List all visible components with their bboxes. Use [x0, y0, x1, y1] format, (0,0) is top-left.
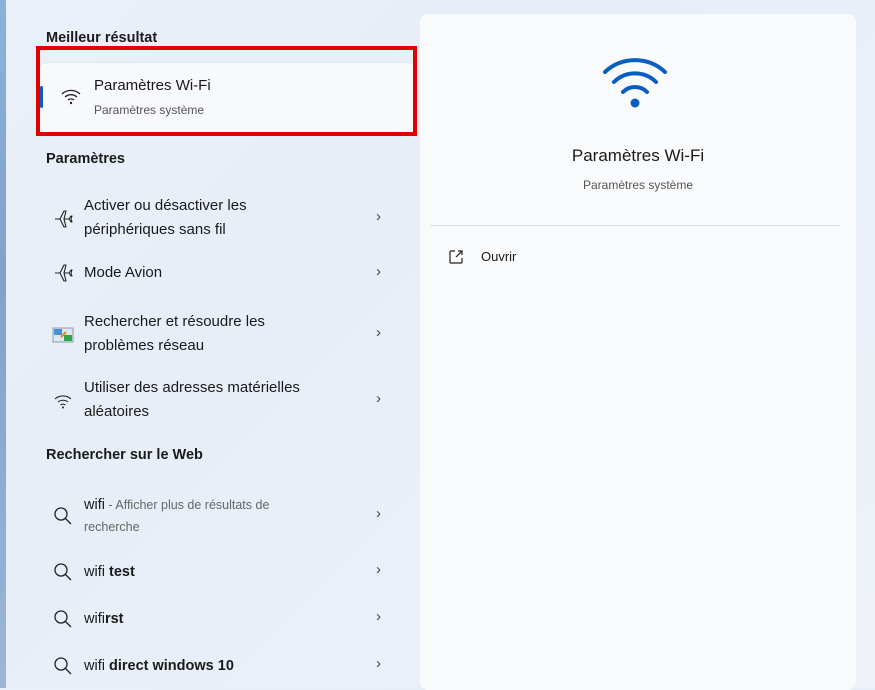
web-result-wifi[interactable]: wifi - Afficher plus de résultats de rec… [40, 493, 414, 541]
settings-item-label-line2: problèmes réseau [84, 337, 205, 354]
divider [430, 225, 840, 226]
chevron-right-icon: › [376, 608, 381, 625]
settings-item-label-line2: périphériques sans fil [84, 221, 226, 238]
web-result-prefix: wifi [84, 611, 105, 627]
wifi-icon [61, 89, 81, 105]
web-result-bold: rst [104, 611, 124, 627]
web-result-text: wifi test [84, 560, 135, 584]
chevron-right-icon: › [376, 208, 381, 225]
web-result-text: wifirst [84, 607, 124, 631]
web-result-hint: - Afficher plus de résultats de [104, 498, 270, 512]
settings-item-random-hardware-addresses[interactable]: Utiliser des adresses matérielles aléato… [40, 376, 414, 428]
airplane-icon [55, 210, 73, 228]
web-result-wifi-direct[interactable]: wifi direct windows 10 › [40, 654, 414, 680]
open-button[interactable]: Ouvrir [448, 247, 538, 271]
search-results-list: Meilleur résultat Paramètres Wi-Fi Param… [8, 0, 418, 688]
network-troubleshoot-icon [52, 327, 74, 343]
preview-subtitle: Paramètres système [582, 178, 694, 192]
search-icon [54, 507, 72, 525]
chevron-right-icon: › [376, 263, 381, 280]
preview-pane: Paramètres Wi-Fi Paramètres système Ouvr… [420, 14, 856, 690]
web-result-bold: direct windows 10 [108, 658, 234, 674]
web-result-text: wifi - Afficher plus de résultats de [84, 493, 269, 517]
selection-indicator [40, 86, 43, 108]
search-icon [54, 657, 72, 675]
web-result-wifi-test[interactable]: wifi test › [40, 560, 414, 586]
settings-item-label-line1: Utiliser des adresses matérielles [84, 379, 300, 396]
settings-item-label-line1: Activer ou désactiver les [84, 197, 247, 214]
settings-item-label-line1: Rechercher et résoudre les [84, 313, 265, 330]
chevron-right-icon: › [376, 390, 381, 407]
best-match-item[interactable]: Paramètres Wi-Fi Paramètres système [40, 63, 414, 133]
settings-item-label-line2: aléatoires [84, 403, 150, 420]
best-match-subtitle: Paramètres système [94, 103, 205, 117]
settings-item-wireless-devices[interactable]: Activer ou désactiver les périphériques … [40, 194, 414, 246]
chevron-right-icon: › [376, 324, 381, 341]
preview-title: Paramètres Wi-Fi [571, 146, 705, 165]
settings-item-airplane-mode[interactable]: Mode Avion › [40, 260, 414, 288]
settings-item-label: Mode Avion [84, 264, 163, 281]
web-result-wifirst[interactable]: wifirst › [40, 607, 414, 633]
window-edge [0, 0, 6, 688]
wifi-icon [54, 395, 72, 409]
web-result-bold: test [108, 564, 135, 580]
chevron-right-icon: › [376, 505, 381, 522]
web-result-text: wifi direct windows 10 [84, 654, 234, 678]
web-search-heading: Rechercher sur le Web [46, 447, 203, 463]
open-external-icon [449, 250, 463, 264]
settings-item-network-troubleshoot[interactable]: Rechercher et résoudre les problèmes rés… [40, 310, 414, 362]
airplane-icon [55, 264, 73, 282]
web-result-hint-line2: recherche [84, 520, 140, 534]
search-icon [54, 563, 72, 581]
wifi-icon [603, 58, 667, 108]
best-match-title: Paramètres Wi-Fi [94, 77, 211, 94]
web-result-prefix: wifi [84, 658, 109, 674]
open-button-label: Ouvrir [481, 249, 517, 264]
settings-heading: Paramètres [46, 151, 125, 167]
web-result-prefix: wifi [84, 564, 109, 580]
best-match-heading: Meilleur résultat [46, 30, 158, 46]
chevron-right-icon: › [376, 561, 381, 578]
web-result-term: wifi [84, 497, 105, 513]
search-icon [54, 610, 72, 628]
chevron-right-icon: › [376, 655, 381, 672]
